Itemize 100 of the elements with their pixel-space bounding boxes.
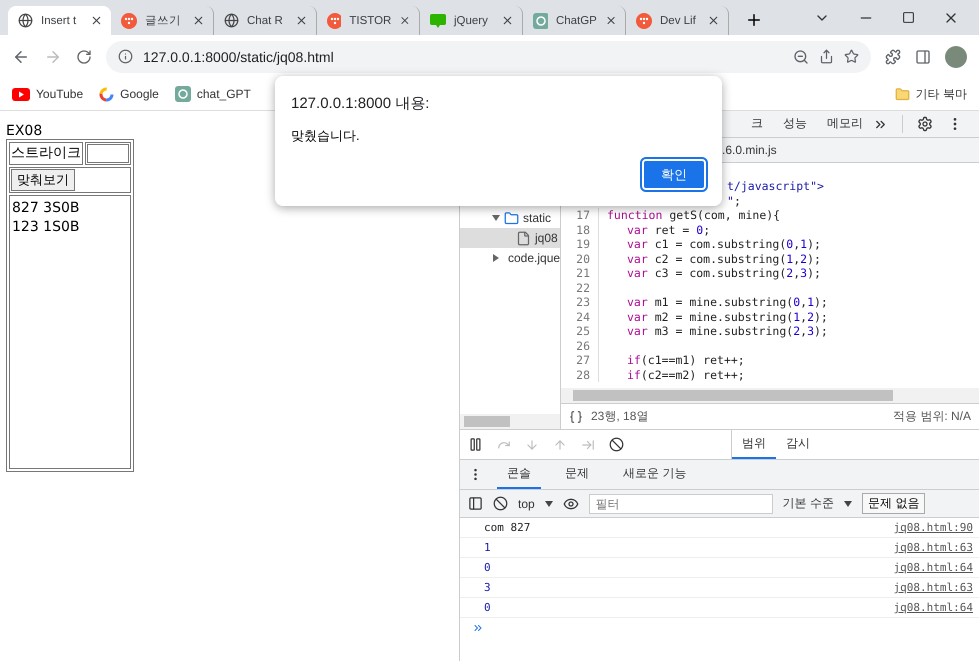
folder-icon	[894, 86, 910, 102]
sidebar-icon[interactable]	[468, 496, 483, 511]
globe-icon	[224, 13, 239, 28]
drawer-tab[interactable]: 문제	[555, 460, 599, 489]
ok-button[interactable]: 확인	[642, 159, 706, 190]
file-icon	[516, 230, 531, 246]
browser-tab[interactable]: jQuery	[420, 6, 523, 35]
file-tab[interactable]: .6.0.min.js	[722, 143, 777, 157]
drawer-tab[interactable]: 새로운 기능	[613, 460, 696, 489]
code-line: var c3 = com.substring(2,3);	[626, 266, 821, 280]
browser-tab[interactable]: 글쓰기	[111, 6, 214, 35]
bookmark[interactable]: YouTube	[12, 87, 84, 101]
close-icon[interactable]	[399, 14, 411, 27]
line-number: 23	[561, 295, 599, 310]
result-line: 827 3S0B	[12, 199, 80, 218]
browser-tab[interactable]: Chat R	[214, 6, 317, 35]
console-message: com 827 jq08.html:90	[460, 518, 979, 538]
scrollbar[interactable]	[561, 388, 979, 403]
source-link[interactable]: jq08.html:64	[894, 561, 973, 574]
cursor-position: 23행, 18열	[591, 408, 648, 425]
code-line: function getS(com, mine){	[607, 208, 780, 222]
folder-icon	[504, 210, 519, 226]
file-tree-item[interactable]: code.jque	[460, 248, 560, 268]
expand-icon[interactable]	[492, 215, 500, 221]
dialog-title: 127.0.0.1:8000 내용:	[291, 94, 430, 113]
line-number: 18	[561, 222, 599, 237]
clear-icon[interactable]	[493, 496, 508, 511]
input-field[interactable]	[87, 144, 129, 163]
code-line: if(c2==m2) ret++;	[626, 368, 745, 382]
file-tree-item[interactable]: static	[460, 208, 560, 228]
new-tab-icon[interactable]	[745, 11, 763, 29]
dots-icon	[636, 12, 652, 28]
check-button[interactable]: 맞춰보기	[11, 169, 75, 191]
levels-select[interactable]: 기본 수준	[782, 495, 834, 512]
line-number: 27	[561, 353, 599, 368]
bookmark[interactable]: Google	[99, 86, 159, 102]
context-select[interactable]: top	[518, 496, 535, 510]
deactivate-breakpoints-icon[interactable]	[609, 437, 624, 452]
file-tree-item[interactable]: jq08	[460, 228, 560, 248]
scrollbar[interactable]	[460, 414, 560, 429]
caret-icon	[844, 500, 852, 506]
close-icon[interactable]	[707, 14, 720, 27]
braces-icon[interactable]	[569, 410, 583, 424]
star-icon[interactable]	[844, 49, 859, 64]
code-line: var m2 = mine.substring(1,2);	[626, 310, 828, 324]
source-link[interactable]: jq08.html:63	[894, 581, 973, 594]
ring-icon	[99, 86, 114, 102]
expand-icon[interactable]	[493, 254, 499, 262]
close-icon[interactable]	[90, 14, 103, 27]
pause-icon[interactable]	[468, 437, 483, 452]
eye-icon[interactable]	[562, 496, 579, 512]
close-icon[interactable]	[192, 14, 205, 27]
source-link[interactable]: jq08.html:90	[894, 521, 973, 534]
filter-field[interactable]: 필터	[588, 494, 773, 514]
close-icon[interactable]	[604, 14, 617, 27]
console-message: 1 jq08.html:63	[460, 538, 979, 558]
dialog-message: 맞췄습니다.	[291, 127, 361, 145]
line-number: 19	[561, 237, 599, 252]
browser-tab[interactable]: Dev Lif	[626, 6, 729, 35]
close-icon[interactable]	[501, 14, 514, 27]
browser-tab[interactable]: TISTOR	[317, 6, 420, 35]
line-number: 17	[561, 208, 599, 222]
speech-bubble-icon	[430, 14, 446, 28]
code-line: var c2 = com.substring(1,2);	[626, 252, 821, 266]
code-line: var m3 = mine.substring(2,3);	[626, 324, 828, 338]
line-number: 25	[561, 324, 599, 338]
avatar[interactable]	[945, 46, 967, 68]
source-link[interactable]: jq08.html:64	[894, 601, 973, 614]
settings-icon[interactable]	[917, 116, 933, 132]
share-icon[interactable]	[819, 49, 834, 64]
bookmark[interactable]: chat_GPT	[174, 86, 251, 102]
dots-icon	[121, 12, 137, 28]
code-line: t/javascript">	[727, 179, 824, 194]
globe-icon	[18, 13, 33, 28]
browser-tab[interactable]: ChatGP	[523, 6, 626, 35]
code-line: ";	[727, 194, 741, 208]
reload-icon[interactable]	[76, 48, 92, 64]
side-panel-icon[interactable]	[915, 48, 931, 64]
coverage-text: 적용 범위: N/A	[892, 408, 971, 425]
zoom-out-icon[interactable]	[793, 48, 809, 64]
code-line: var c1 = com.substring(0,1);	[626, 237, 821, 252]
line-number: 22	[561, 280, 599, 295]
source-link[interactable]: jq08.html:63	[894, 541, 973, 554]
maximize-icon[interactable]	[902, 11, 915, 24]
browser-tab[interactable]: Insert t	[8, 6, 111, 35]
strike-label: 스트라이크	[11, 145, 81, 161]
panel-tab[interactable]: 메모리	[817, 111, 873, 137]
result-line: 123 1S0B	[12, 218, 80, 237]
panel-tab[interactable]: 크	[741, 111, 773, 137]
close-icon[interactable]	[295, 14, 308, 27]
panel-tab[interactable]: 성능	[773, 111, 817, 137]
puzzle-icon[interactable]	[885, 48, 901, 64]
side-tab[interactable]: 감시	[776, 430, 820, 459]
issues-button[interactable]: 문제 없음	[862, 493, 926, 514]
dots-icon	[327, 12, 342, 28]
address-bar[interactable]: 127.0.0.1:8000/static/jq08.html	[106, 40, 871, 72]
other-bookmarks[interactable]: 기타 북마	[894, 86, 967, 102]
prompt-icon[interactable]	[472, 622, 484, 634]
line-number: 20	[561, 252, 599, 266]
console-message: 0 jq08.html:64	[460, 558, 979, 578]
